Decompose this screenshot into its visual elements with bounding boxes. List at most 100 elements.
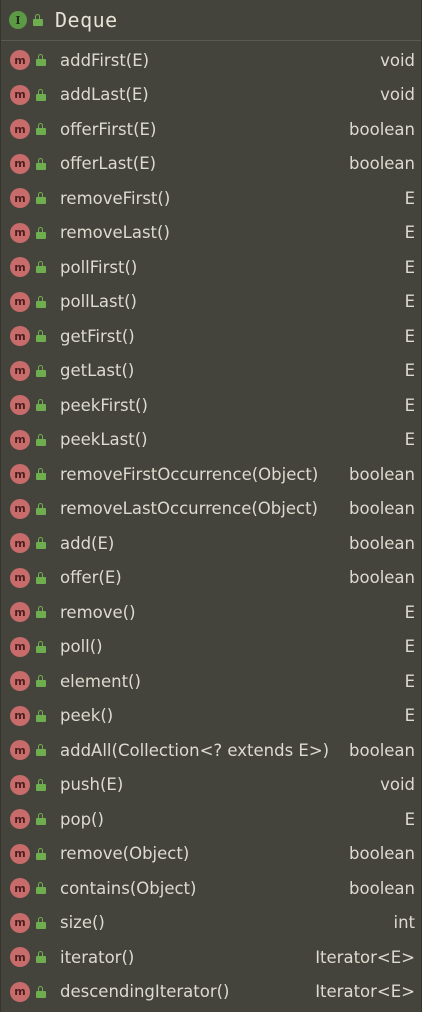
method-icon: m [10,119,30,140]
method-row[interactable]: m push(E) void [1,768,421,803]
method-return-type: int [393,913,415,933]
method-signature: poll() [60,637,103,657]
method-badge-letter: m [14,985,26,999]
public-lock-icon [36,951,48,964]
method-badge-letter: m [14,709,26,723]
method-row[interactable]: m add(E) boolean [1,526,421,561]
public-lock-icon [36,709,48,722]
method-row[interactable]: m remove() E [1,595,421,630]
method-signature: add(E) [60,533,115,553]
method-signature: element() [60,671,141,691]
method-return-type: E [404,671,415,691]
interface-header[interactable]: I Deque [1,0,421,41]
method-badge-letter: m [14,847,26,861]
method-icon: m [10,912,30,933]
method-row[interactable]: m pollFirst() E [1,250,421,285]
method-badge-letter: m [14,433,26,447]
method-row[interactable]: m offerLast(E) boolean [1,147,421,182]
method-row[interactable]: m addAll(Collection<? extends E>) boolean [1,733,421,768]
method-row[interactable]: m removeLastOccurrence(Object) boolean [1,492,421,527]
method-row[interactable]: m element() E [1,664,421,699]
method-signature: pollFirst() [60,257,138,277]
method-signature: offerFirst(E) [60,119,157,139]
method-signature: remove() [60,602,136,622]
public-lock-icon [36,468,48,481]
method-row[interactable]: m descendingIterator() Iterator<E> [1,975,421,1010]
method-badge-letter: m [14,571,26,585]
public-lock-icon [36,571,48,584]
method-row[interactable]: m removeFirst() E [1,181,421,216]
method-return-type: boolean [349,878,415,898]
method-badge-letter: m [14,53,26,67]
method-row[interactable]: m pollLast() E [1,285,421,320]
method-row[interactable]: m getLast() E [1,354,421,389]
method-row[interactable]: m size() int [1,906,421,941]
method-badge-letter: m [14,88,26,102]
method-row[interactable]: m addLast(E) void [1,78,421,113]
method-return-type: E [404,602,415,622]
public-lock-icon [36,778,48,791]
method-return-type: E [404,430,415,450]
interface-badge-letter: I [15,13,21,27]
method-signature: contains(Object) [60,878,197,898]
public-lock-icon [36,88,48,101]
method-row[interactable]: m offerFirst(E) boolean [1,112,421,147]
method-signature: removeLast() [60,223,170,243]
method-row[interactable]: m getFirst() E [1,319,421,354]
method-signature: addLast(E) [60,85,149,105]
public-lock-icon [36,502,48,515]
method-return-type: boolean [349,533,415,553]
method-return-type: boolean [349,568,415,588]
method-return-type: boolean [349,844,415,864]
public-lock-icon [36,157,48,170]
method-row[interactable]: m iterator() Iterator<E> [1,940,421,975]
method-badge-letter: m [14,157,26,171]
method-row[interactable]: m addFirst(E) void [1,43,421,78]
method-return-type: E [404,292,415,312]
method-signature: addFirst(E) [60,50,150,70]
method-icon: m [10,671,30,692]
method-return-type: E [404,361,415,381]
method-icon: m [10,464,30,485]
method-return-type: E [404,395,415,415]
method-badge-letter: m [14,122,26,136]
method-row[interactable]: m pop() E [1,802,421,837]
method-signature: removeFirst() [60,188,171,208]
method-badge-letter: m [14,778,26,792]
method-row[interactable]: m offer(E) boolean [1,561,421,596]
method-return-type: E [404,188,415,208]
method-badge-letter: m [14,605,26,619]
method-return-type: E [404,637,415,657]
method-row[interactable]: m peek() E [1,699,421,734]
method-signature: getFirst() [60,326,135,346]
method-row[interactable]: m contains(Object) boolean [1,871,421,906]
public-lock-icon [36,295,48,308]
method-return-type: void [380,50,415,70]
method-icon: m [10,705,30,726]
interface-title: Deque [55,8,118,32]
method-return-type: E [404,257,415,277]
public-lock-icon [36,537,48,550]
method-row[interactable]: m removeLast() E [1,216,421,251]
public-lock-icon [36,606,48,619]
public-lock-icon [36,54,48,67]
public-lock-icon [36,882,48,895]
method-row[interactable]: m poll() E [1,630,421,665]
method-signature: getLast() [60,361,135,381]
method-icon: m [10,188,30,209]
method-row[interactable]: m peekLast() E [1,423,421,458]
method-badge-letter: m [14,812,26,826]
method-row[interactable]: m removeFirstOccurrence(Object) boolean [1,457,421,492]
method-badge-letter: m [14,502,26,516]
method-icon: m [10,947,30,968]
method-signature: peekFirst() [60,395,148,415]
method-icon: m [10,84,30,105]
method-icon: m [10,50,30,71]
method-row[interactable]: m peekFirst() E [1,388,421,423]
public-lock-icon [36,123,48,136]
method-signature: offerLast(E) [60,154,157,174]
method-row[interactable]: m remove(Object) boolean [1,837,421,872]
method-badge-letter: m [14,743,26,757]
public-lock-icon [36,640,48,653]
public-lock-icon [36,261,48,274]
